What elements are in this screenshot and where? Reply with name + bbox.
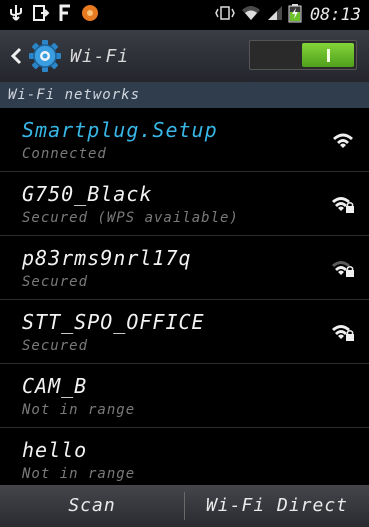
network-status: Secured xyxy=(22,338,89,354)
wifi-secured-icon xyxy=(332,325,354,341)
network-status: Secured xyxy=(22,274,89,290)
back-chevron-icon[interactable] xyxy=(6,44,26,68)
network-row[interactable]: STT_SPO_OFFICE Secured xyxy=(0,300,369,364)
wifi-direct-button[interactable]: Wi-Fi Direct xyxy=(185,485,369,527)
status-left-icons xyxy=(8,3,100,27)
page-title: Wi-Fi xyxy=(70,45,130,67)
wifi-toggle-knob[interactable] xyxy=(302,43,354,67)
network-ssid: STT_SPO_OFFICE xyxy=(22,310,205,334)
network-list[interactable]: Smartplug.Setup Connected G750_Black Sec… xyxy=(0,108,369,485)
status-right-icons: 08:13 xyxy=(214,3,361,27)
notification-icon xyxy=(80,3,100,27)
section-header: Wi-Fi networks xyxy=(0,82,369,108)
network-row[interactable]: CAM_B Not in range xyxy=(0,364,369,428)
network-row[interactable]: Smartplug.Setup Connected xyxy=(0,108,369,172)
toggle-on-indicator xyxy=(326,48,330,62)
bottom-action-bar: Scan Wi-Fi Direct xyxy=(0,485,369,527)
network-status: Not in range xyxy=(22,402,136,418)
wifi-secured-icon xyxy=(332,261,354,277)
usb-icon xyxy=(8,4,24,26)
network-ssid: G750_Black xyxy=(22,182,153,206)
network-status: Connected xyxy=(22,146,107,162)
network-ssid: CAM_B xyxy=(22,374,88,398)
network-status: Secured (WPS available) xyxy=(22,210,239,226)
scan-button[interactable]: Scan xyxy=(0,485,184,527)
vibrate-icon xyxy=(214,5,236,25)
network-ssid: p83rms9nrl17q xyxy=(22,246,192,270)
status-bar: 08:13 xyxy=(0,0,369,30)
file-transfer-icon xyxy=(32,4,50,26)
facebook-icon xyxy=(58,4,72,26)
wifi-signal-full-icon xyxy=(333,133,353,148)
network-row[interactable]: p83rms9nrl17q Secured xyxy=(0,236,369,300)
status-time: 08:13 xyxy=(309,5,361,25)
wifi-signal-icon xyxy=(240,4,262,26)
title-bar: Wi-Fi xyxy=(0,30,369,82)
settings-gear-icon[interactable] xyxy=(28,39,62,73)
network-ssid: hello xyxy=(22,438,88,462)
network-row[interactable]: G750_Black Secured (WPS available) xyxy=(0,172,369,236)
battery-charging-icon xyxy=(288,3,302,27)
wifi-toggle[interactable] xyxy=(249,40,357,70)
wifi-secured-icon xyxy=(332,197,354,213)
cell-signal-icon xyxy=(266,4,284,26)
network-row[interactable]: hello Not in range xyxy=(0,428,369,485)
network-status: Not in range xyxy=(22,466,136,482)
network-ssid: Smartplug.Setup xyxy=(22,118,218,142)
